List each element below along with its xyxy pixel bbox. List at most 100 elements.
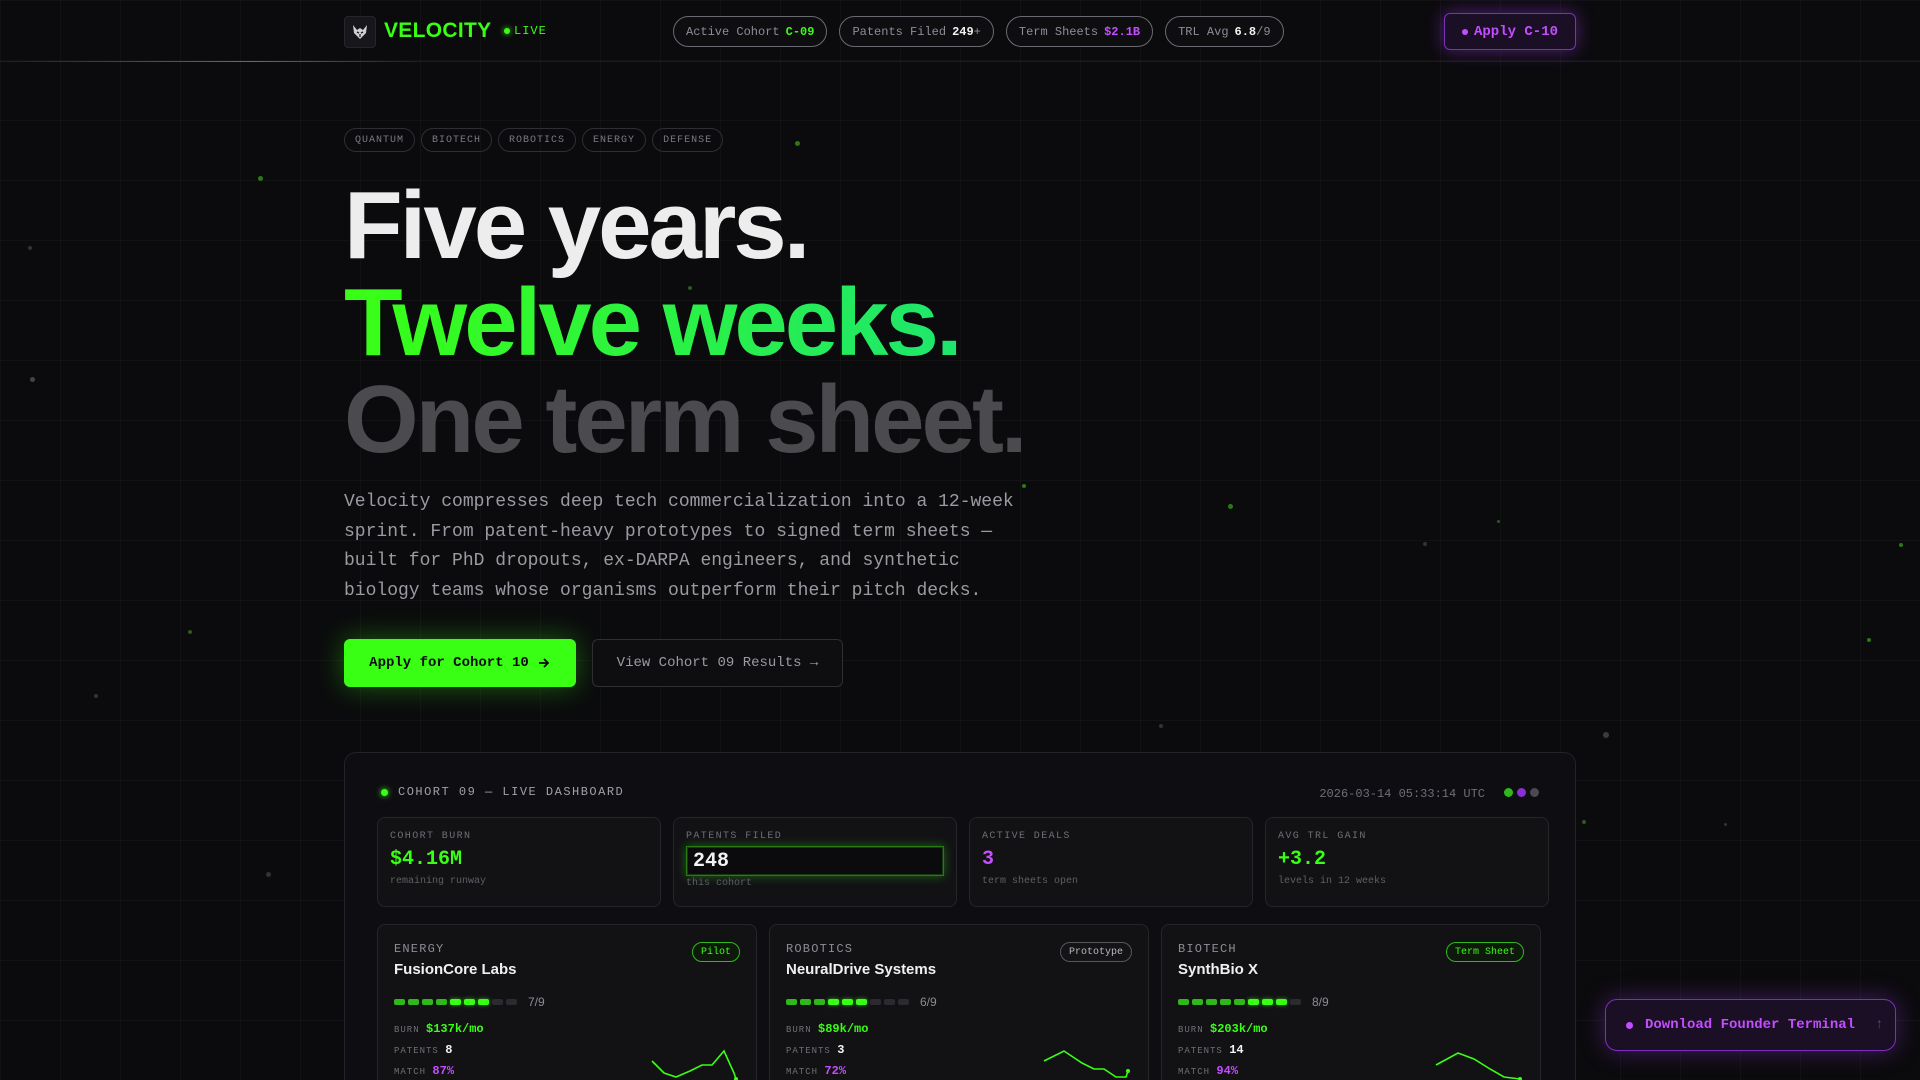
particle-dot — [28, 246, 32, 250]
apply-cohort-10-button[interactable]: Apply for Cohort 10 — [344, 639, 576, 687]
hero-description: Velocity compresses deep tech commercial… — [344, 492, 1014, 601]
patents-filed-input[interactable]: 248 — [686, 846, 944, 876]
stage-badge: Pilot — [691, 942, 740, 962]
trl-segment — [422, 999, 433, 1005]
tag-robotics[interactable]: ROBOTICS — [498, 128, 577, 152]
hero-headline-line-3: One term sheet. — [344, 366, 1028, 473]
stat-value: 6.8 — [1234, 24, 1257, 39]
particle-dot — [188, 630, 192, 634]
metric-label: MATCH — [786, 1067, 819, 1077]
trl-segment — [898, 999, 909, 1005]
card-sector: ENERGY — [394, 942, 445, 956]
patents-value: 8 — [445, 1043, 453, 1057]
status-light-purple-icon — [1517, 788, 1526, 797]
download-dot-icon — [1626, 1021, 1633, 1029]
view-cohort-09-results-button[interactable]: View Cohort 09 Results → — [592, 639, 843, 687]
particle-dot — [1423, 542, 1427, 546]
kpi-sub: term sheets open — [982, 876, 1079, 887]
kpi-value: +3.2 — [1278, 848, 1327, 871]
kpi-avg-trl-gain: AVG TRL GAIN +3.2 levels in 12 weeks — [1265, 817, 1549, 907]
startup-card-fusioncore[interactable]: ENERGY FusionCore Labs Pilot 7/9 BURN $1… — [377, 924, 757, 1080]
metric-label: MATCH — [1178, 1067, 1211, 1077]
trl-segment — [1248, 999, 1259, 1005]
hero-headline-line-2: Twelve weeks. — [344, 269, 963, 376]
startup-card-synthbio[interactable]: BIOTECH SynthBio X Term Sheet 8/9 BURN $… — [1161, 924, 1541, 1080]
download-label: Download Founder Terminal — [1645, 1017, 1856, 1033]
kpi-cohort-burn: COHORT BURN $4.16M remaining runway — [377, 817, 661, 907]
live-indicator: LIVE — [504, 24, 547, 38]
stat-label: Patents Filed — [852, 24, 947, 39]
trl-segment — [870, 999, 881, 1005]
particle-dot — [1724, 823, 1727, 826]
stat-pill-patents-filed: Patents Filed 249+ — [839, 16, 994, 47]
download-founder-terminal-button[interactable]: Download Founder Terminal ↑ — [1605, 999, 1896, 1051]
stat-suffix: /9 — [1256, 24, 1271, 39]
trl-segment — [408, 999, 419, 1005]
metric-label: BURN — [786, 1025, 812, 1035]
trl-segment — [492, 999, 503, 1005]
status-light-green-icon — [1504, 788, 1513, 797]
metric-label: MATCH — [394, 1067, 427, 1077]
nav-accent-line — [0, 61, 420, 62]
startup-cards: ENERGY FusionCore Labs Pilot 7/9 BURN $1… — [377, 924, 1541, 1080]
stat-value: $2.1B — [1104, 24, 1141, 39]
sector-tags: QUANTUM BIOTECH ROBOTICS ENERGY DEFENSE — [344, 128, 724, 152]
trl-segment — [436, 999, 447, 1005]
metric-label: PATENTS — [394, 1046, 439, 1056]
particle-dot — [30, 377, 35, 382]
kpi-sub: remaining runway — [390, 876, 487, 887]
tag-biotech[interactable]: BIOTECH — [421, 128, 493, 152]
kpi-value: $4.16M — [390, 848, 463, 871]
match-value: 72% — [824, 1064, 847, 1078]
dashboard-timestamp: 2026-03-14 05:33:14 UTC — [1319, 787, 1485, 801]
stage-badge: Term Sheet — [1445, 942, 1524, 962]
apply-c10-button[interactable]: Apply C-10 — [1444, 13, 1576, 50]
particle-dot — [795, 141, 800, 146]
status-light-gray-icon — [1530, 788, 1539, 797]
particle-dot — [1582, 820, 1586, 824]
stat-label: Term Sheets — [1018, 24, 1099, 39]
particle-dot — [94, 694, 98, 698]
top-nav: VELOCITY LIVE Active Cohort C-09 Patents… — [0, 0, 1920, 62]
burn-value: $203k/mo — [1210, 1022, 1268, 1036]
stage-badge: Prototype — [1059, 942, 1132, 962]
trl-segment — [1220, 999, 1231, 1005]
dashboard-title: COHORT 09 — LIVE DASHBOARD — [398, 785, 625, 799]
patents-value: 3 — [837, 1043, 845, 1057]
card-sector: ROBOTICS — [786, 942, 854, 956]
live-label: LIVE — [514, 24, 547, 38]
stat-suffix: + — [973, 24, 981, 39]
particle-dot — [1603, 732, 1609, 738]
live-dot-icon — [504, 28, 510, 34]
tag-defense[interactable]: DEFENSE — [652, 128, 724, 152]
trl-value: 7/9 — [528, 995, 545, 1009]
kpi-patents-filed: PATENTS FILED 248 this cohort — [673, 817, 957, 907]
sparkline-chart — [651, 1049, 738, 1080]
card-metrics: BURN $203k/mo PATENTS 14 MATCH 94% — [1178, 1019, 1268, 1080]
stat-label: Active Cohort — [686, 24, 780, 39]
trl-segment — [478, 999, 489, 1005]
arrow-up-icon: ↑ — [1875, 1017, 1884, 1033]
kpi-sub: this cohort — [686, 878, 753, 889]
tag-energy[interactable]: ENERGY — [582, 128, 647, 152]
tag-quantum[interactable]: QUANTUM — [344, 128, 416, 152]
burn-value: $89k/mo — [818, 1022, 869, 1036]
trl-segment — [506, 999, 517, 1005]
kpi-label: COHORT BURN — [390, 831, 472, 842]
trl-segment — [450, 999, 461, 1005]
particle-dot — [1867, 638, 1871, 642]
wolf-logo-icon[interactable] — [344, 16, 376, 48]
trl-segment — [1192, 999, 1203, 1005]
apply-dot-icon — [1461, 28, 1468, 35]
trl-segment — [856, 999, 867, 1005]
particle-dot — [688, 286, 692, 290]
startup-card-neuraldrive[interactable]: ROBOTICS NeuralDrive Systems Prototype 6… — [769, 924, 1149, 1080]
stat-value: 249 — [952, 24, 974, 39]
brand-name[interactable]: VELOCITY — [384, 19, 491, 43]
live-dot-icon — [381, 788, 388, 796]
kpi-active-deals: ACTIVE DEALS 3 term sheets open — [969, 817, 1253, 907]
particle-dot — [1022, 484, 1026, 488]
particle-dot — [1497, 520, 1500, 523]
hero-headline-line-1: Five years. — [344, 172, 810, 279]
sparkline-chart — [1435, 1052, 1522, 1080]
